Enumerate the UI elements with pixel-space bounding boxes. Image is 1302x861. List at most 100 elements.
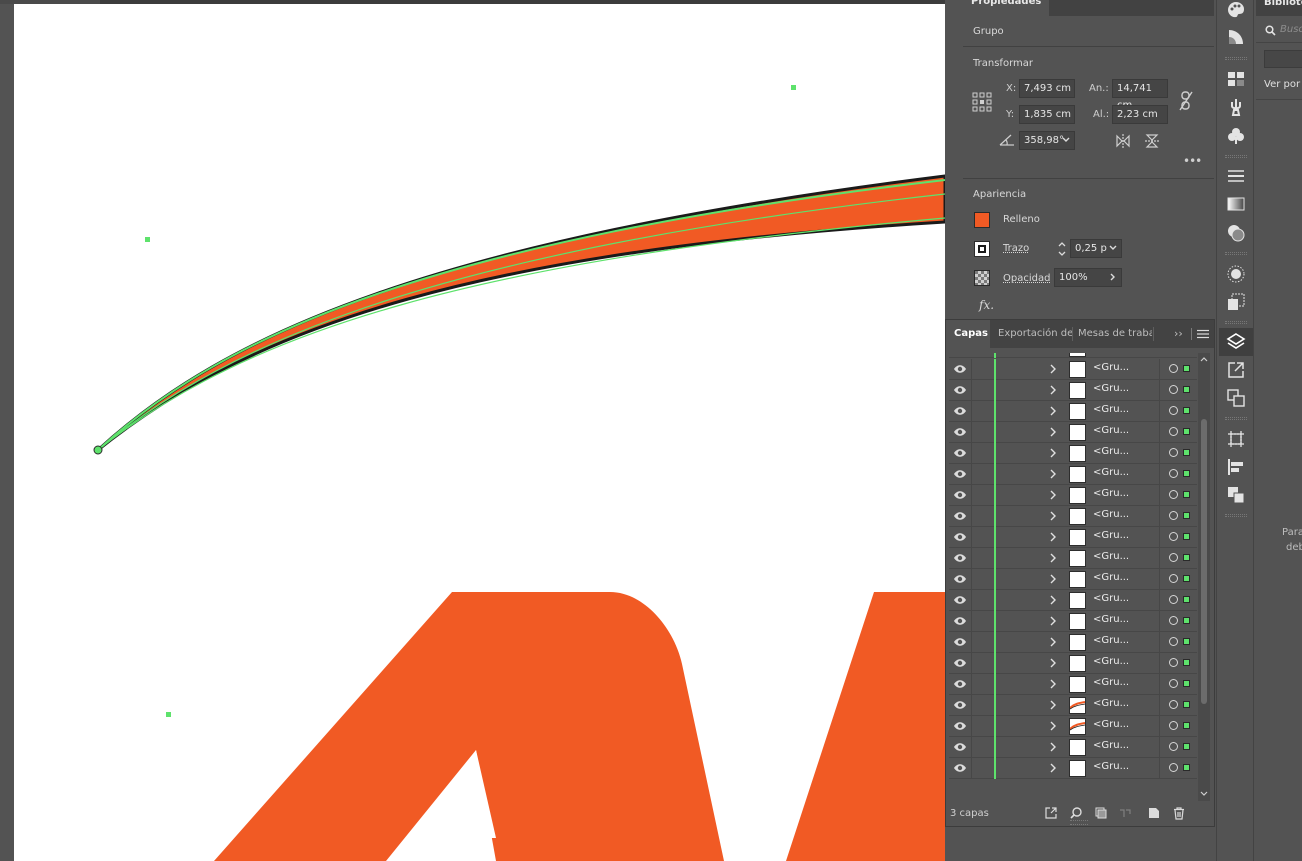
- panel-grip[interactable]: [1225, 155, 1247, 158]
- expand-chevron-icon[interactable]: [1048, 427, 1058, 437]
- visibility-eye-icon[interactable]: [953, 720, 967, 732]
- target-circle-icon[interactable]: [1169, 763, 1178, 772]
- layer-name[interactable]: <Gru...: [1093, 488, 1129, 499]
- selection-indicator[interactable]: [1183, 449, 1190, 456]
- expand-chevron-icon[interactable]: [1048, 490, 1058, 500]
- locate-object-icon[interactable]: [1069, 806, 1083, 820]
- expand-chevron-icon[interactable]: [1048, 406, 1058, 416]
- layer-row[interactable]: <Gru...: [949, 569, 1197, 590]
- expand-chevron-icon[interactable]: [1048, 364, 1058, 374]
- selection-indicator[interactable]: [1183, 428, 1190, 435]
- library-selector[interactable]: [1264, 50, 1302, 68]
- selection-indicator[interactable]: [1183, 722, 1190, 729]
- target-circle-icon[interactable]: [1169, 658, 1178, 667]
- selection-indicator[interactable]: [1183, 743, 1190, 750]
- target-circle-icon[interactable]: [1169, 532, 1178, 541]
- visibility-eye-icon[interactable]: [953, 615, 967, 627]
- selection-indicator[interactable]: [1183, 701, 1190, 708]
- artboards-icon[interactable]: [1226, 388, 1246, 408]
- pathfinder-icon[interactable]: [1226, 485, 1246, 505]
- libraries-tab[interactable]: Bibliotecas: [1264, 0, 1302, 8]
- fx-effects-button[interactable]: fx.: [979, 298, 994, 312]
- layer-name[interactable]: <Gru...: [1093, 656, 1129, 667]
- stroke-label[interactable]: Trazo: [1003, 243, 1029, 254]
- layer-row[interactable]: <Gru...: [949, 632, 1197, 653]
- target-circle-icon[interactable]: [1169, 553, 1178, 562]
- visibility-eye-icon[interactable]: [953, 552, 967, 564]
- layer-row[interactable]: <Gru...: [949, 422, 1197, 443]
- artboard-canvas[interactable]: [0, 0, 945, 861]
- visibility-eye-icon[interactable]: [953, 405, 967, 417]
- opacity-label[interactable]: Opacidad: [1003, 273, 1050, 284]
- swoosh-shape[interactable]: [96, 174, 945, 452]
- selection-indicator[interactable]: [1183, 365, 1190, 372]
- target-circle-icon[interactable]: [1169, 616, 1178, 625]
- target-circle-icon[interactable]: [1169, 742, 1178, 751]
- layer-name[interactable]: <Gru...: [1093, 698, 1129, 709]
- color-palette-icon[interactable]: [1226, 0, 1246, 20]
- more-options-icon[interactable]: •••: [1183, 154, 1202, 168]
- target-circle-icon[interactable]: [1169, 679, 1178, 688]
- layer-name[interactable]: <Gru...: [1093, 509, 1129, 520]
- panel-resize-grip[interactable]: [1070, 820, 1088, 825]
- graphic-styles-icon[interactable]: [1226, 292, 1246, 312]
- layer-row[interactable]: <Gru...: [949, 485, 1197, 506]
- chevron-down-icon[interactable]: [1106, 241, 1120, 255]
- trash-icon[interactable]: [1172, 806, 1186, 820]
- bbox-handle[interactable]: [166, 712, 171, 717]
- target-circle-icon[interactable]: [1169, 427, 1178, 436]
- layer-name[interactable]: <Gru...: [1093, 614, 1129, 625]
- layer-name[interactable]: <Gru...: [1093, 467, 1129, 478]
- layer-name[interactable]: <Gru...: [1093, 719, 1129, 730]
- layer-row[interactable]: <Gru...: [949, 590, 1197, 611]
- layer-row[interactable]: <Gru...: [949, 716, 1197, 737]
- opacity-icon[interactable]: [974, 270, 990, 286]
- export-to-asset-icon[interactable]: [1044, 806, 1058, 820]
- stroke-swatch[interactable]: [974, 241, 990, 257]
- fill-swatch[interactable]: [974, 212, 990, 228]
- selection-indicator[interactable]: [1183, 470, 1190, 477]
- tabs-overflow-button[interactable]: ››: [1174, 320, 1190, 348]
- layer-row[interactable]: <Gru...: [949, 653, 1197, 674]
- expand-chevron-icon[interactable]: [1048, 721, 1058, 731]
- visibility-eye-icon[interactable]: [953, 573, 967, 585]
- expand-chevron-icon[interactable]: [1048, 616, 1058, 626]
- y-field[interactable]: 1,835 cm: [1019, 105, 1075, 124]
- layer-row[interactable]: <Gru...: [949, 674, 1197, 695]
- layer-row[interactable]: <Gru...: [949, 548, 1197, 569]
- visibility-eye-icon[interactable]: [953, 657, 967, 669]
- layer-row[interactable]: <Gru...: [949, 380, 1197, 401]
- layer-name[interactable]: <Gru...: [1093, 551, 1129, 562]
- brushes-icon[interactable]: [1226, 97, 1246, 117]
- gradient-icon[interactable]: [1226, 194, 1246, 214]
- flip-vertical-icon[interactable]: [1144, 133, 1160, 149]
- scroll-down-icon[interactable]: [1199, 790, 1209, 798]
- expand-chevron-icon[interactable]: [1048, 595, 1058, 605]
- visibility-eye-icon[interactable]: [953, 447, 967, 459]
- letter-second-shape[interactable]: [786, 592, 945, 861]
- layer-name[interactable]: <Gru...: [1093, 593, 1129, 604]
- transparency-icon[interactable]: [1226, 223, 1246, 243]
- visibility-eye-icon[interactable]: [953, 363, 967, 375]
- selection-indicator[interactable]: [1183, 554, 1190, 561]
- layer-row[interactable]: <Gru...: [949, 359, 1197, 380]
- panel-grip[interactable]: [1225, 514, 1247, 517]
- visibility-eye-icon[interactable]: [953, 741, 967, 753]
- align-icon[interactable]: [1226, 457, 1246, 477]
- visibility-eye-icon[interactable]: [953, 468, 967, 480]
- visibility-eye-icon[interactable]: [953, 699, 967, 711]
- expand-chevron-icon[interactable]: [1048, 532, 1058, 542]
- tab-properties[interactable]: Propiedades: [963, 0, 1050, 16]
- visibility-eye-icon[interactable]: [953, 762, 967, 774]
- layer-name[interactable]: <Gru...: [1093, 446, 1129, 457]
- bbox-handle[interactable]: [145, 237, 150, 242]
- bbox-handle[interactable]: [791, 85, 796, 90]
- constrain-proportions-icon[interactable]: [1178, 90, 1194, 112]
- target-circle-icon[interactable]: [1169, 574, 1178, 583]
- selection-indicator[interactable]: [1183, 407, 1190, 414]
- layer-row[interactable]: <Gru...: [949, 464, 1197, 485]
- target-circle-icon[interactable]: [1169, 364, 1178, 373]
- visibility-eye-icon[interactable]: [953, 426, 967, 438]
- selection-indicator[interactable]: [1183, 491, 1190, 498]
- tab-asset-export[interactable]: Exportación de: [998, 320, 1072, 348]
